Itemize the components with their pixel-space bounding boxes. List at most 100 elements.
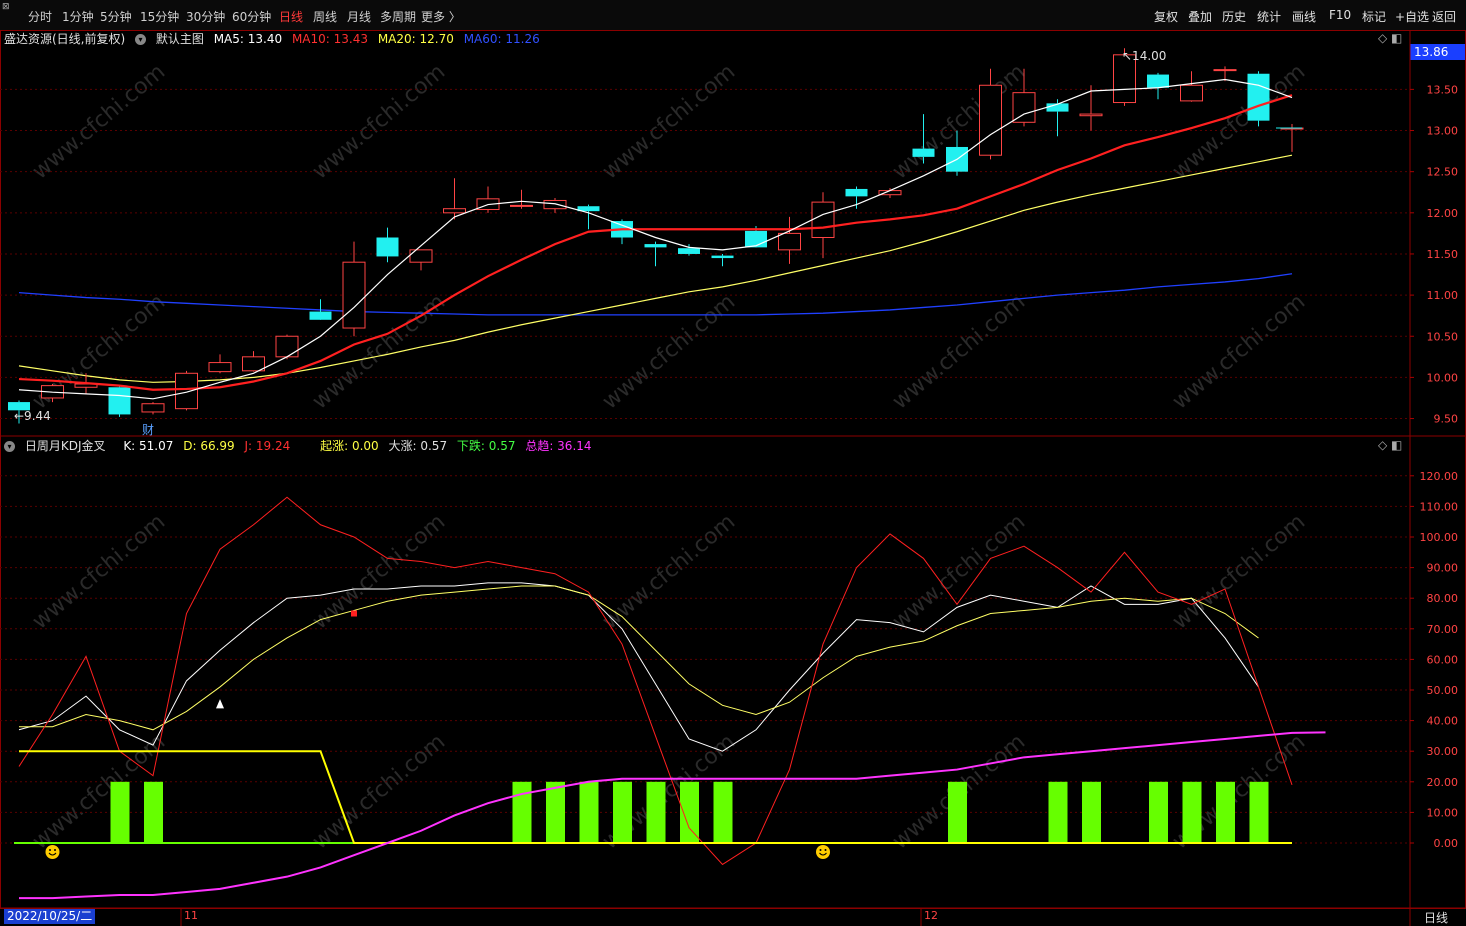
candle-body [1079,113,1103,117]
candle-body [108,387,131,415]
watermark-text: www.cfchi.com [1168,289,1310,414]
tool-button-0[interactable]: 复权 [1154,8,1178,25]
signal-bar [613,781,632,843]
indicator-tick-label: 60.00 [1427,653,1459,666]
candle-body [912,148,935,157]
watermark-text: www.cfchi.com [28,509,170,634]
tool-button-6[interactable]: 标记 [1362,8,1386,25]
cursor-date-label: 2022/10/25/二 [4,909,96,924]
watermark-text: www.cfchi.com [28,59,170,184]
candle-body [644,244,667,248]
period-tab-7[interactable]: 周线 [313,8,337,25]
signal-bar [1182,781,1202,843]
signal-bar [1216,781,1235,843]
indicator-tick-label: 10.00 [1427,806,1459,819]
candle-body [275,335,299,358]
candle-body [678,248,700,254]
signal-bar [579,781,599,843]
indicator-tick-label: 20.00 [1427,776,1459,789]
period-tab-10[interactable]: 更多 〉 [421,8,461,25]
buy-arrow-marker [216,699,224,709]
ma60-line [18,273,1293,316]
candle-body [711,255,734,259]
signal-bar [1249,781,1269,843]
series-总趋 [19,731,1326,900]
watermark-text: www.cfchi.com [888,509,1030,634]
indicator-tick-label: 30.00 [1427,745,1459,758]
candle-body [208,362,232,373]
candle-body [1180,84,1203,102]
tool-button-7[interactable]: +自选 [1395,8,1429,25]
candle-body [845,188,868,197]
sell-square-marker [351,610,357,617]
indicator-axis: 0.00 10.00 20.00 30.00 40.00 50.00 60.00 70.00 8… [1410,470,1458,850]
period-tab-8[interactable]: 月线 [347,8,371,25]
signal-bar [1082,781,1101,843]
signal-bar [1149,781,1168,843]
price-tick-label: 10.50 [1427,330,1459,343]
tool-button-8[interactable]: 返回 [1432,8,1456,25]
signal-bar [546,781,565,843]
candle-body [443,208,466,214]
watermark-text: www.cfchi.com [598,59,740,184]
price-annotations: ↖14.00 ←9.44 财 [14,49,1302,437]
period-tab-3[interactable]: 15分钟 [140,8,179,25]
month-label-12: 12 [924,909,938,922]
price-axis: 9.50 10.00 10.50 11.00 11.50 12.00 12.50 13.00 1… [1410,83,1459,426]
price-tick-label: 13.00 [1427,125,1459,138]
smiley-eye [824,849,827,851]
signal-bar [948,781,967,843]
indicator-tick-label: 100.00 [1420,531,1459,544]
period-tab-5[interactable]: 60分钟 [232,8,271,25]
candle-body [1213,69,1237,72]
smiley-icon [45,845,60,859]
watermark-layer: www.cfchi.com www.cfchi.com www.cfchi.com w… [28,59,1310,854]
candle-body [778,232,801,251]
signal-bar [680,781,699,843]
indicator-tick-label: 50.00 [1427,684,1459,697]
candle-body [342,261,366,329]
finance-marker: 财 [142,423,154,437]
watermark-text: www.cfchi.com [308,59,450,184]
candle-body [376,237,399,257]
period-tab-1[interactable]: 1分钟 [62,8,94,25]
price-tick-label: 9.50 [1434,413,1459,426]
price-tick-label: 10.00 [1427,371,1459,384]
tool-button-1[interactable]: 叠加 [1188,8,1212,25]
high-price-label: ↖14.00 [1122,49,1166,63]
signal-bar [512,781,532,843]
top-toolbar: ⊠ 分时 1分钟 5分钟 15分钟 30分钟 60分钟 日线 周线 月线 多周期 更多 〉 复权 叠加… [0,0,1466,31]
tool-button-3[interactable]: 统计 [1257,8,1281,25]
window-control-icon[interactable]: ⊠ [2,2,16,12]
period-tab-6[interactable]: 日线 [279,8,303,25]
chart-canvas[interactable]: www.cfchi.com www.cfchi.com www.cfchi.com w… [0,30,1466,926]
signal-bar [1048,781,1068,843]
candle-body [1247,73,1270,121]
watermark-text: www.cfchi.com [598,509,740,634]
tool-button-4[interactable]: 画线 [1292,8,1316,25]
period-tab-9[interactable]: 多周期 [380,8,416,25]
candle-body [1147,74,1169,88]
candle-body [309,311,332,320]
smiley-icon [816,845,830,859]
month-label-11: 11 [184,909,198,922]
watermark-text: www.cfchi.com [308,289,450,414]
period-label[interactable]: 日线 [1424,909,1448,926]
candle-body [242,356,265,372]
tool-button-5[interactable]: F10 [1329,8,1351,22]
price-tick-label: 11.00 [1427,289,1459,302]
indicator-tick-label: 90.00 [1427,562,1459,575]
indicator-tick-label: 0.00 [1434,837,1459,850]
tool-button-2[interactable]: 历史 [1222,8,1246,25]
candle-body [979,84,1002,156]
watermark-text: www.cfchi.com [598,289,740,414]
smiley-eye [54,849,56,851]
indicator-tick-label: 120.00 [1420,470,1459,483]
price-tick-label: 12.00 [1427,207,1459,220]
period-tab-0[interactable]: 分时 [28,8,52,25]
signal-bar [144,781,163,843]
candle-body [175,372,198,410]
period-tab-4[interactable]: 30分钟 [186,8,225,25]
period-tab-2[interactable]: 5分钟 [100,8,132,25]
indicator-tick-label: 80.00 [1427,592,1459,605]
